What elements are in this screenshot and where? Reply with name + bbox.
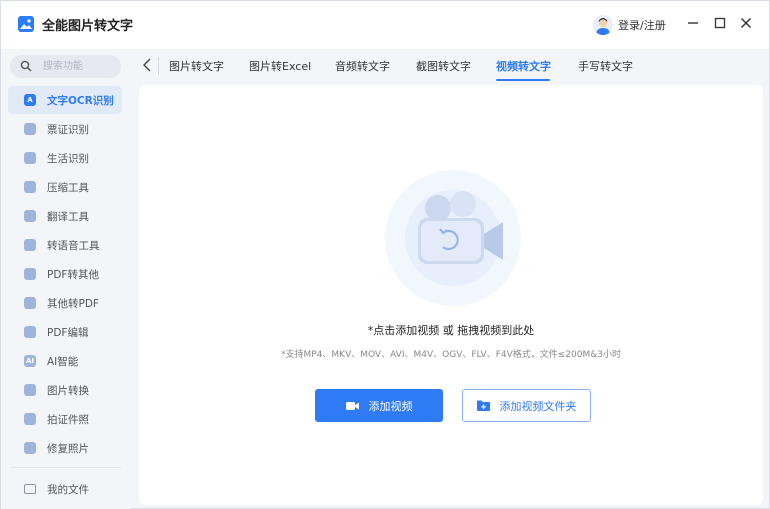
sidebar-item-ticket[interactable]: 票证识别 xyxy=(8,115,122,143)
sidebar-item-image-convert[interactable]: 图片转换 xyxy=(8,376,122,404)
sidebar-item-other-to-pdf[interactable]: 其他转PDF xyxy=(8,289,122,317)
add-video-label: 添加视频 xyxy=(368,399,413,413)
my-files-label: 我的文件 xyxy=(47,484,89,496)
sidebar-item-label: 翻译工具 xyxy=(47,211,89,223)
ocr-icon: A xyxy=(24,94,36,106)
sidebar-item-restore-photo[interactable]: 修复照片 xyxy=(8,434,122,462)
image-icon xyxy=(24,384,36,396)
maximize-icon xyxy=(714,17,726,29)
sidebar-item-compress[interactable]: 压缩工具 xyxy=(8,173,122,201)
pdf-icon xyxy=(24,268,36,280)
add-video-folder-label: 添加视频文件夹 xyxy=(499,399,577,413)
video-camera-icon xyxy=(345,401,359,410)
minimize-icon xyxy=(688,22,698,24)
tab-separator xyxy=(158,57,159,75)
sidebar-item-speech[interactable]: 转语音工具 xyxy=(8,231,122,259)
my-files-button[interactable]: 我的文件 xyxy=(8,475,122,503)
sidebar-item-label: 其他转PDF xyxy=(47,298,99,310)
edit-icon xyxy=(24,326,36,338)
tab-bar: 图片转文字 图片转Excel 音频转文字 截图转文字 视频转文字 手写转文字 xyxy=(131,49,769,83)
tab-image-to-excel[interactable]: 图片转Excel xyxy=(249,58,311,74)
maximize-button[interactable] xyxy=(712,15,728,31)
tab-screenshot-to-text[interactable]: 截图转文字 xyxy=(416,58,471,74)
sidebar-item-ocr[interactable]: A 文字OCR识别 xyxy=(8,86,122,114)
person-icon xyxy=(24,442,36,454)
sidebar-item-pdf-to-other[interactable]: PDF转其他 xyxy=(8,260,122,288)
main-area: 图片转文字 图片转Excel 音频转文字 截图转文字 视频转文字 手写转文字 *… xyxy=(131,49,769,509)
sidebar-item-label: PDF转其他 xyxy=(47,269,99,281)
sidebar-item-label: 文字OCR识别 xyxy=(47,95,114,107)
login-link[interactable]: 登录/注册 xyxy=(618,17,666,33)
search-input[interactable] xyxy=(43,59,115,74)
tab-video-to-text[interactable]: 视频转文字 xyxy=(496,58,551,74)
minimize-button[interactable] xyxy=(685,15,701,31)
sidebar-item-label: 修复照片 xyxy=(47,443,89,455)
sidebar-item-label: 拍证件照 xyxy=(47,414,89,426)
sidebar-divider xyxy=(11,467,121,468)
tab-handwriting-to-text[interactable]: 手写转文字 xyxy=(578,58,633,74)
sidebar-item-label: 转语音工具 xyxy=(47,240,100,252)
app-window: 全能图片转文字 登录/注册 A xyxy=(0,0,770,509)
sidebar-item-label: PDF编辑 xyxy=(47,327,89,339)
close-icon xyxy=(741,18,751,28)
app-title: 全能图片转文字 xyxy=(42,19,134,34)
upload-hint: *点击添加视频 或 拖拽视频到此处 xyxy=(367,324,535,337)
back-chevron-icon[interactable] xyxy=(140,57,154,73)
sidebar-item-label: 图片转换 xyxy=(47,385,89,397)
add-video-folder-button[interactable]: 添加视频文件夹 xyxy=(462,389,591,422)
folder-icon xyxy=(24,484,36,494)
ticket-icon xyxy=(24,123,36,135)
video-camera-illustration-icon xyxy=(385,170,521,306)
app-logo-icon xyxy=(18,16,34,32)
sidebar-item-label: 生活识别 xyxy=(47,153,89,165)
active-tab-indicator xyxy=(496,79,550,81)
supported-formats: *支持MP4、MKV、MOV、AVI、M4V、OGV、FLV、F4V格式，文件≤… xyxy=(281,350,621,360)
music-icon xyxy=(24,239,36,251)
search-box[interactable] xyxy=(10,55,121,78)
sidebar-item-ai[interactable]: AI AI智能 xyxy=(8,347,122,375)
camera-icon xyxy=(24,413,36,425)
pen-icon xyxy=(24,152,36,164)
convert-icon xyxy=(24,297,36,309)
upload-panel[interactable]: *点击添加视频 或 拖拽视频到此处 *支持MP4、MKV、MOV、AVI、M4V… xyxy=(139,85,763,505)
ai-icon: AI xyxy=(24,355,36,367)
tab-audio-to-text[interactable]: 音频转文字 xyxy=(335,58,390,74)
sidebar-item-translate[interactable]: 翻译工具 xyxy=(8,202,122,230)
title-bar: 全能图片转文字 登录/注册 xyxy=(1,1,769,49)
sidebar-item-label: 票证识别 xyxy=(47,124,89,136)
translate-icon xyxy=(24,210,36,222)
sidebar-item-label: AI智能 xyxy=(47,356,79,368)
tab-image-to-text[interactable]: 图片转文字 xyxy=(169,58,224,74)
folder-plus-icon xyxy=(476,400,490,411)
sidebar: A 文字OCR识别 票证识别 生活识别 压缩工具 翻译工具 转语音工具 PDF转… xyxy=(1,49,131,509)
sidebar-item-label: 压缩工具 xyxy=(47,182,89,194)
compress-icon xyxy=(24,181,36,193)
search-icon xyxy=(20,60,32,72)
avatar[interactable] xyxy=(593,15,613,35)
sidebar-item-life[interactable]: 生活识别 xyxy=(8,144,122,172)
sidebar-item-pdf-edit[interactable]: PDF编辑 xyxy=(8,318,122,346)
sidebar-item-id-photo[interactable]: 拍证件照 xyxy=(8,405,122,433)
close-button[interactable] xyxy=(738,15,754,31)
add-video-button[interactable]: 添加视频 xyxy=(315,389,443,422)
